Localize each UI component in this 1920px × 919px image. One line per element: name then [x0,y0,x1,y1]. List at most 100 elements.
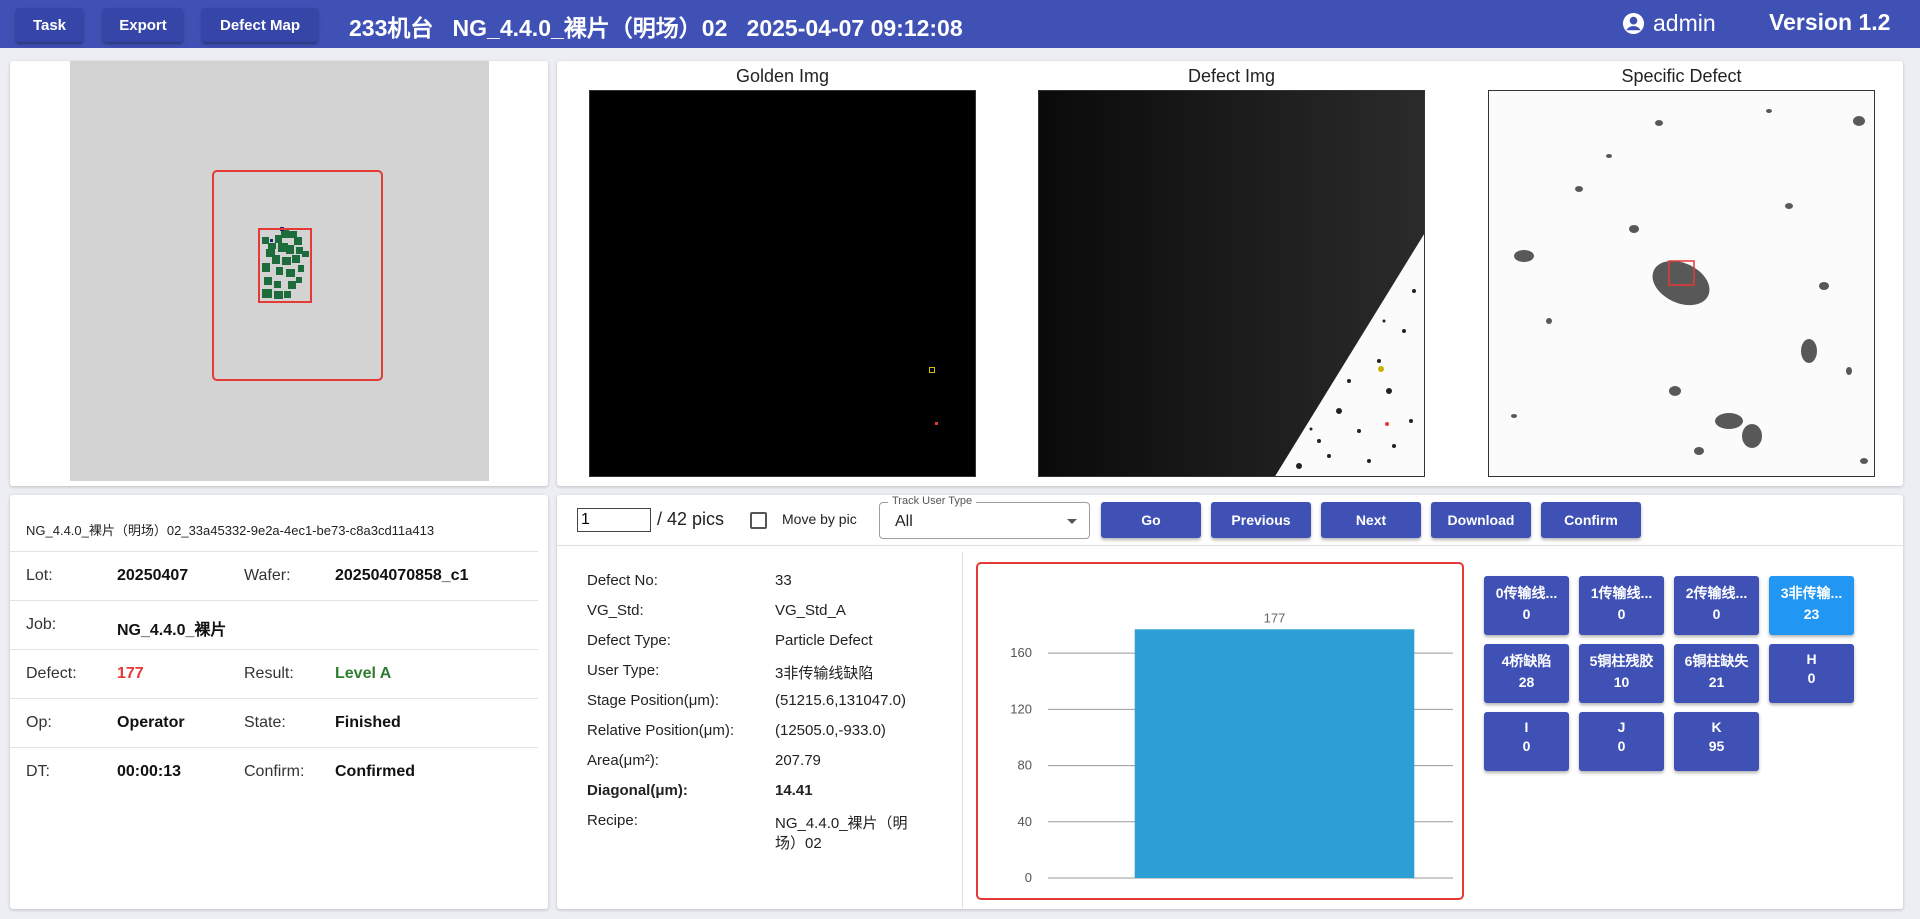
user-type-button[interactable]: 0传输线... 0 [1484,576,1569,635]
job-label: Job: [26,616,57,633]
page-total: / 42 pics [657,509,725,529]
info-row-job: Job: NG_4.4.0_裸片 [10,600,538,649]
move-by-pic-label: Move by pic [782,511,857,527]
selected-die-outline [258,228,312,303]
recipe-value: NG_4.4.0_裸片（明 [775,815,908,832]
result-value: Level A [335,665,392,682]
op-label: Op: [26,714,52,731]
defect-id: NG_4.4.0_裸片（明场）02_33a45332-9e2a-4ec1-be7… [26,523,435,538]
recipe-value-line2: 场）02 [775,835,822,852]
user-type-button[interactable]: I0 [1484,712,1569,771]
user-type-button[interactable]: 5铜柱残胶 10 [1579,644,1664,703]
detail-vertical-divider [962,552,963,908]
state-label: State: [244,714,286,731]
user-type-name: K [1711,719,1722,735]
dt-value: 00:00:13 [117,763,182,780]
golden-marker [929,367,935,373]
defect-chart-panel: 0 40 80 120 160 177 [976,562,1464,900]
defect-label: Defect: [26,665,77,682]
defect-no-value: 33 [775,572,792,589]
vg-std-value: VG_Std_A [775,602,846,619]
user-type-count: 0 [1617,738,1626,754]
defect-map-button[interactable]: Defect Map [202,8,318,42]
task-button[interactable]: Task [16,8,83,42]
op-value: Operator [117,714,185,731]
user-type-button[interactable]: 1传输线... 0 [1579,576,1664,635]
lot-value: 20250407 [117,567,189,584]
vg-std-label: VG_Std: [587,602,644,619]
relative-position-label: Relative Position(μm): [587,722,735,739]
top-bar: Task Export Defect Map 233机台 NG_4.4.0_裸片… [0,0,1920,48]
go-button[interactable]: Go [1101,502,1201,538]
user-type-button[interactable]: J0 [1579,712,1664,771]
move-by-pic-checkbox[interactable] [750,512,767,529]
track-user-type-value: All [895,513,913,530]
next-button[interactable]: Next [1321,502,1421,538]
relative-position-value: (12505.0,-933.0) [775,722,886,739]
dt-label: DT: [26,763,50,780]
dropdown-arrow-icon [1067,519,1077,524]
user-type-name: 6铜柱缺失 [1684,653,1749,669]
user-type-count: 28 [1518,674,1535,690]
user-menu[interactable]: admin [1622,10,1716,37]
golden-red-dot [935,422,938,425]
wafer-value: 202504070858_c1 [335,567,469,584]
info-row-dt: DT: 00:00:13 Confirm: Confirmed [10,747,538,796]
lot-label: Lot: [26,567,53,584]
diagonal-label: Diagonal(μm): [587,782,688,799]
page-title: 233机台 NG_4.4.0_裸片（明场）02 2025-04-07 09:12… [349,15,963,41]
user-type-button[interactable]: K 95 [1674,712,1759,771]
user-type-count: 10 [1613,674,1630,690]
user-type-button[interactable]: 2传输线... 0 [1674,576,1759,635]
user-type-button[interactable]: 4桥缺陷 28 [1484,644,1569,703]
defect-type-value: Particle Defect [775,632,873,649]
user-type-name: J [1617,719,1626,735]
user-type-count: 0 [1712,606,1721,622]
stage-position-value: (51215.6,131047.0) [775,692,906,709]
area-value: 207.79 [775,752,821,769]
user-type-button[interactable]: 3非传输... 23 [1769,576,1854,635]
user-type-label: User Type: [587,662,660,679]
username: admin [1653,10,1716,36]
bar[interactable] [1134,629,1415,878]
user-type-button[interactable]: H0 [1769,644,1854,703]
confirm-button[interactable]: Confirm [1541,502,1641,538]
recipe-label: Recipe: [587,812,638,829]
info-row-op: Op: Operator State: Finished [10,698,538,747]
user-type-name: 0传输线... [1495,585,1558,601]
user-type-count: 95 [1708,738,1725,754]
account-circle-icon [1622,12,1645,35]
user-type-name: 4桥缺陷 [1501,653,1552,669]
defect-bar-chart: 0 40 80 120 160 177 [1010,610,1453,885]
user-type-count: 0 [1522,738,1531,754]
user-type-name: 5铜柱残胶 [1589,653,1654,669]
diagonal-value: 14.41 [775,782,813,799]
user-type-count: 21 [1708,674,1725,690]
page-number-input[interactable] [577,508,651,532]
user-type-name: 2传输线... [1685,585,1748,601]
bar-data-label: 177 [1264,610,1286,625]
user-type-name: H [1806,651,1817,667]
download-button[interactable]: Download [1431,502,1531,538]
golden-img-title: Golden Img [735,66,830,86]
track-user-type-label: Track User Type [888,495,977,507]
y-tick-label: 80 [1018,758,1032,773]
golden-image[interactable] [589,90,976,477]
area-label: Area(μm²): [587,752,659,769]
track-user-type-select[interactable]: Track User Type All [879,495,1090,539]
user-type-name: I [1524,719,1529,735]
defect-count: 177 [117,665,144,682]
defect-image[interactable] [1038,90,1425,477]
specific-defect-image[interactable] [1488,90,1875,477]
user-type-count: 0 [1617,606,1626,622]
defect-no-label: Defect No: [587,572,658,589]
user-type-button[interactable]: 6铜柱缺失 21 [1674,644,1759,703]
confirm-label: Confirm: [244,763,305,780]
user-type-count: 0 [1807,670,1816,686]
defect-img-title: Defect Img [1187,66,1276,86]
y-tick-label: 40 [1018,814,1032,829]
export-button[interactable]: Export [103,8,183,42]
user-type-name: 3非传输... [1780,585,1843,601]
confirm-value: Confirmed [335,763,415,780]
previous-button[interactable]: Previous [1211,502,1311,538]
